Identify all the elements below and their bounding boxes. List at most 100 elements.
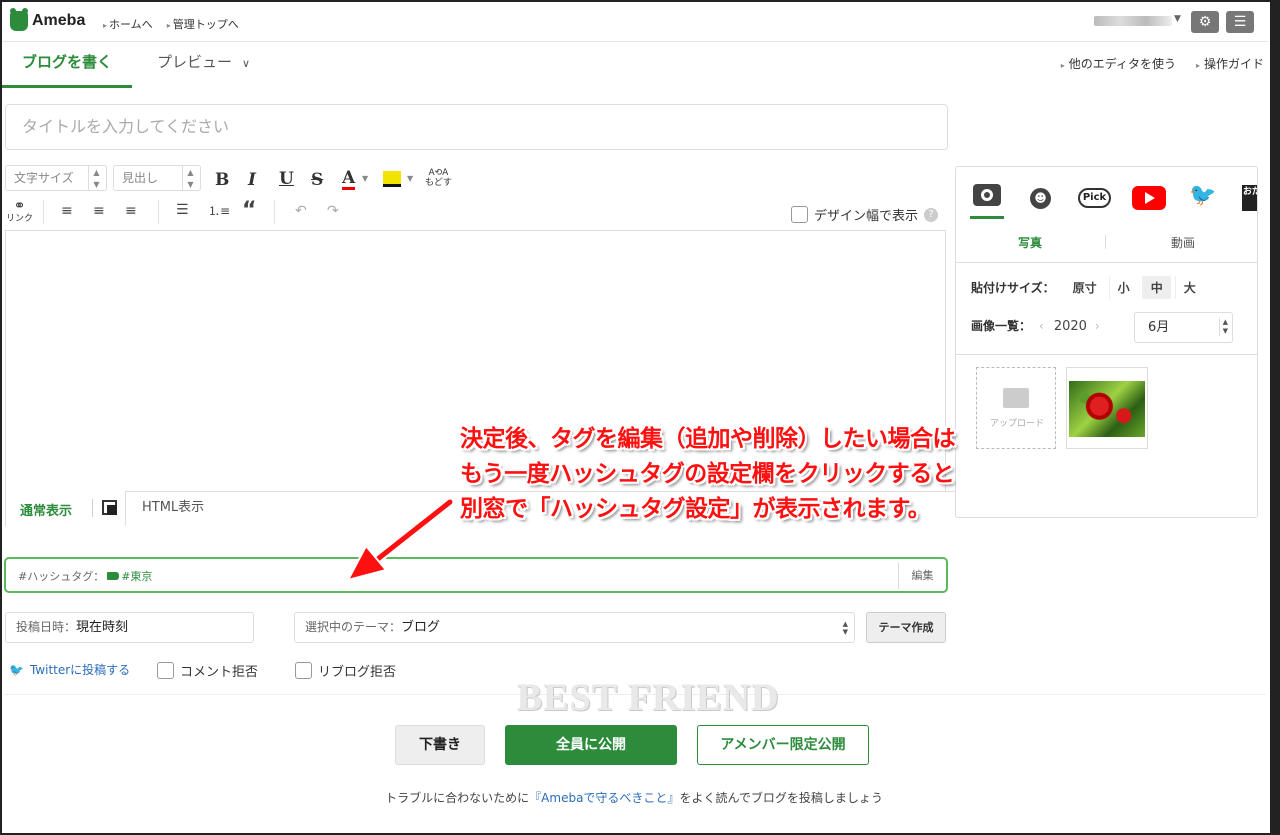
- chevron-down-icon: ∨: [242, 57, 251, 70]
- design-width-checkbox[interactable]: [791, 206, 808, 223]
- bold-button[interactable]: B: [215, 170, 229, 190]
- top-bar: Ameba ホームへ 管理トップへ ▼ ⚙ ☰: [2, 2, 1268, 42]
- editor-right-links: 他のエディタを使う 操作ガイド: [1061, 55, 1264, 72]
- hamburger-menu-icon[interactable]: ☰: [1226, 11, 1254, 33]
- annotation-text: 決定後、タグを編集（追加や削除）したい場合は もう一度ハッシュタグの設定欄をクリ…: [460, 422, 956, 527]
- size-medium[interactable]: 中: [1141, 276, 1171, 299]
- theme-value: ブログ: [401, 620, 441, 635]
- no-reblog-option[interactable]: リブログ拒否: [295, 661, 396, 680]
- user-name-blurred[interactable]: [1094, 16, 1172, 26]
- annotation-arrow: [346, 497, 455, 582]
- tag-icon: [107, 572, 120, 580]
- annotation-line: もう一度ハッシュタグの設定欄をクリックすると: [460, 461, 955, 487]
- post-date-value: 現在時刻: [76, 620, 129, 635]
- month-select[interactable]: 6月 ▲ ▼: [1134, 312, 1233, 343]
- publish-all-button[interactable]: 全員に公開: [505, 725, 677, 765]
- italic-button[interactable]: I: [248, 170, 256, 190]
- hashtag-field[interactable]: #ハッシュタグ： #東京 編集: [4, 557, 948, 593]
- font-size-select[interactable]: 文字サイズ ▲ ▼: [5, 165, 107, 191]
- create-theme-button[interactable]: テーマ作成: [866, 612, 946, 643]
- align-left-icon[interactable]: ≡: [61, 203, 73, 219]
- select-arrow-icon: ▲ ▼: [1218, 318, 1228, 336]
- image-thumbnail[interactable]: [1066, 367, 1148, 449]
- size-original[interactable]: 原寸: [1065, 276, 1105, 299]
- heading-select[interactable]: 見出し ▲ ▼: [113, 165, 201, 191]
- normal-view-label: 通常表示: [20, 504, 73, 519]
- no-reblog-checkbox[interactable]: [295, 662, 312, 679]
- rules-link[interactable]: 『Amebaで守るべきこと』: [529, 791, 679, 805]
- admin-top-link[interactable]: 管理トップへ: [167, 16, 239, 32]
- members-only-button[interactable]: アメンバー限定公開: [697, 725, 869, 765]
- tab-write-blog[interactable]: ブログを書く: [2, 43, 132, 88]
- help-icon[interactable]: ?: [924, 207, 939, 222]
- title-input[interactable]: タイトルを入力してください: [5, 104, 948, 150]
- logo-text: Ameba: [32, 12, 86, 29]
- clear-format-button[interactable]: A⟲A もどす: [425, 168, 452, 188]
- link-button[interactable]: ⚭ リンク: [6, 198, 34, 225]
- hashtag-value: #東京: [121, 570, 153, 583]
- draft-button[interactable]: 下書き: [395, 725, 485, 765]
- gear-icon[interactable]: ⚙: [1191, 11, 1219, 33]
- home-link[interactable]: ホームへ: [103, 16, 153, 32]
- oda-icon[interactable]: おだ: [1242, 185, 1257, 211]
- no-comment-checkbox[interactable]: [157, 662, 174, 679]
- font-color-caret-icon[interactable]: ▼: [362, 174, 368, 183]
- no-comment-label: コメント拒否: [180, 665, 259, 680]
- youtube-icon[interactable]: [1132, 186, 1166, 210]
- no-reblog-label: リブログ拒否: [318, 665, 397, 680]
- image-list-row: 画像一覧： ‹ 2020 ›: [971, 317, 1100, 334]
- twitter-icon[interactable]: 🐦: [1189, 183, 1216, 208]
- annotation-line: 決定後、タグを編集（追加や削除）したい場合は: [460, 426, 956, 452]
- other-editor-link[interactable]: 他のエディタを使う: [1061, 55, 1176, 72]
- chevron-left-icon[interactable]: ‹: [1039, 319, 1044, 333]
- highlight-color-icon[interactable]: [383, 171, 401, 187]
- font-color-button[interactable]: A: [342, 169, 356, 190]
- chevron-right-icon[interactable]: ›: [1095, 319, 1100, 333]
- user-menu-caret-icon[interactable]: ▼: [1174, 14, 1181, 24]
- window-toggle-icon[interactable]: [102, 500, 117, 515]
- pick-icon[interactable]: Pick: [1078, 188, 1111, 208]
- theme-select[interactable]: 選択中のテーマ：ブログ ▲ ▼: [294, 612, 855, 643]
- no-comment-option[interactable]: コメント拒否: [157, 661, 258, 680]
- post-date-field[interactable]: 投稿日時：現在時刻: [5, 612, 254, 643]
- highlight-caret-icon[interactable]: ▼: [407, 174, 413, 183]
- underline-button[interactable]: U: [279, 169, 294, 189]
- numbered-list-icon[interactable]: ⒈≡: [208, 202, 230, 219]
- tab-video[interactable]: 動画: [1171, 234, 1195, 251]
- design-width-toggle[interactable]: デザイン幅で表示 ?: [791, 205, 939, 224]
- hashtag-edit-button[interactable]: 編集: [898, 563, 946, 589]
- top-links: ホームへ 管理トップへ: [103, 16, 239, 32]
- tab-photo[interactable]: 写真: [1018, 234, 1042, 251]
- month-value: 6月: [1148, 320, 1170, 335]
- upload-image-icon: [1003, 388, 1029, 408]
- design-width-label: デザイン幅で表示: [814, 209, 919, 224]
- upload-button[interactable]: アップロード: [976, 367, 1056, 449]
- select-arrow-icon: ▲ ▼: [182, 166, 198, 191]
- redo-icon[interactable]: ↷: [327, 203, 339, 219]
- camera-icon[interactable]: [973, 184, 1001, 206]
- ameba-logo[interactable]: Ameba: [10, 8, 86, 31]
- bullet-list-icon[interactable]: ☰: [176, 202, 189, 218]
- footnote: トラブルに合わないために『Amebaで守るべきこと』をよく読んでブログを投稿しま…: [0, 789, 1268, 806]
- editor-tab-bar: ブログを書く プレビュー ∨ 他のエディタを使う 操作ガイド: [2, 43, 1268, 88]
- emoji-icon[interactable]: ☻: [1030, 188, 1051, 209]
- media-subtabs: 写真 動画: [956, 229, 1257, 263]
- guide-link[interactable]: 操作ガイド: [1196, 55, 1264, 72]
- size-small[interactable]: 小: [1108, 276, 1138, 299]
- active-tab-indicator: [970, 216, 1004, 219]
- size-large[interactable]: 大: [1174, 276, 1204, 299]
- link-icon: ⚭: [13, 198, 26, 214]
- hashtag-content: #ハッシュタグ： #東京: [18, 568, 152, 584]
- strike-button[interactable]: S: [311, 170, 323, 190]
- divider: [1105, 235, 1106, 249]
- tab-normal-view[interactable]: 通常表示: [5, 491, 126, 526]
- clear-format-icon: A⟲A: [428, 168, 449, 178]
- quote-icon[interactable]: “: [242, 198, 256, 223]
- undo-icon[interactable]: ↶: [295, 203, 307, 219]
- align-center-icon[interactable]: ≡: [93, 203, 105, 219]
- twitter-post-link[interactable]: 🐦 Twitterに投稿する: [9, 661, 130, 678]
- align-right-icon[interactable]: ≡: [125, 203, 137, 219]
- tab-preview[interactable]: プレビュー ∨: [157, 43, 250, 88]
- select-arrow-icon: ▲ ▼: [842, 620, 848, 636]
- link-label: リンク: [6, 214, 34, 224]
